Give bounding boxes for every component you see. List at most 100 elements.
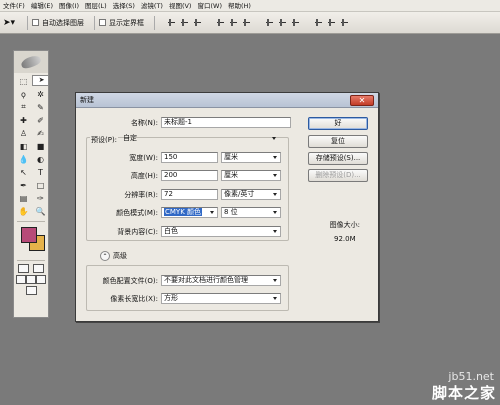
clone-stamp-tool-icon[interactable]: ♙ [15,127,32,139]
distribute-right-icon[interactable] [340,18,349,27]
save-preset-button[interactable]: 存储预设(S)... [308,152,368,165]
name-input[interactable]: 未标题-1 [161,117,291,128]
screen-mode-standard-icon[interactable] [16,275,26,284]
advanced-label: 高级 [113,252,127,260]
dodge-tool-icon[interactable]: ◐ [32,153,49,165]
height-input[interactable]: 200 [161,170,218,181]
shape-tool-icon[interactable]: □ [32,179,49,191]
screen-mode-menubar-icon[interactable] [26,275,36,284]
background-value: 白色 [164,227,178,235]
eyedropper-tool-icon[interactable]: ✑ [32,192,49,204]
width-unit-value: 厘米 [224,153,238,161]
resolution-input[interactable]: 72 [161,189,218,200]
auto-select-label: 自动选择图层 [42,18,84,27]
magic-wand-tool-icon[interactable]: ✲ [32,88,49,100]
menu-file[interactable]: 文件(F) [0,0,28,12]
foreground-color-swatch[interactable] [21,227,37,243]
resolution-unit-value: 像素/英寸 [224,190,255,198]
preset-label: 预设(P): [90,134,119,145]
height-label: 高度(H): [130,171,158,180]
feather-logo-icon[interactable] [14,51,48,73]
brush-tool-icon[interactable]: ✐ [32,114,49,126]
standard-mode-icon[interactable] [18,264,29,273]
crop-tool-icon[interactable]: ⌗ [15,101,32,113]
resolution-unit-select[interactable]: 像素/英寸 [221,189,281,200]
jump-to-imageready-icon[interactable] [25,286,37,295]
checkbox-box[interactable] [32,19,39,26]
name-row: 名称(N): 未标题-1 [84,117,291,128]
notes-tool-icon[interactable]: ▤ [15,192,32,204]
move-tool-preset-icon[interactable]: ➤▾ [3,16,23,30]
height-unit-select[interactable]: 厘米 [221,170,281,181]
path-select-tool-icon[interactable]: ↖ [15,166,32,178]
separator [94,15,95,30]
options-bar: ➤▾ 自动选择图层 显示定界框 [0,12,500,34]
eraser-tool-icon[interactable]: ◧ [15,140,32,152]
advanced-toggle[interactable]: ⌃ 高级 [100,251,127,261]
menu-image[interactable]: 图像(I) [56,0,82,12]
slice-tool-icon[interactable]: ✎ [32,101,49,113]
background-select[interactable]: 白色 [161,226,281,237]
marquee-tool-icon[interactable]: ⬚ [15,75,32,87]
menu-bar: 文件(F) 编辑(E) 图像(I) 图层(L) 选择(S) 滤镜(T) 视图(V… [0,0,500,12]
menu-select[interactable]: 选择(S) [110,0,138,12]
menu-edit[interactable]: 编辑(E) [28,0,56,12]
separator [154,15,155,30]
align-bottom-icon[interactable] [193,18,202,27]
reset-button[interactable]: 复位 [308,135,368,148]
height-row: 高度(H): 200 厘米 [84,170,281,181]
show-bounds-checkbox[interactable]: 显示定界框 [99,18,144,28]
healing-brush-tool-icon[interactable]: ✚ [15,114,32,126]
dialog-title: 新建 [80,96,94,104]
hand-tool-icon[interactable]: ✋ [15,205,32,217]
bit-depth-select[interactable]: 8 位 [221,207,281,218]
quick-mask-mode-icon[interactable] [33,264,44,273]
close-icon[interactable]: ✕ [350,95,374,106]
distribute-hcenter-icon[interactable] [327,18,336,27]
ok-button[interactable]: 好 [308,117,368,130]
background-row: 背景内容(C): 白色 [84,226,281,237]
menu-view[interactable]: 视图(V) [166,0,195,12]
height-unit-value: 厘米 [224,171,238,179]
checkbox-box[interactable] [99,19,106,26]
blur-tool-icon[interactable]: 💧 [15,153,32,165]
color-mode-select[interactable]: CMYK 颜色 [161,207,218,218]
history-brush-tool-icon[interactable]: ✍ [32,127,49,139]
distribute-vcenter-icon[interactable] [278,18,287,27]
align-top-icon[interactable] [167,18,176,27]
bit-depth-value: 8 位 [224,208,238,216]
color-profile-row: 颜色配置文件(O): 不要对此文档进行颜色管理 [84,275,281,286]
name-label: 名称(N): [130,118,158,127]
color-mode-value: CMYK 颜色 [164,208,203,216]
menu-help[interactable]: 帮助(H) [225,0,254,12]
color-profile-select[interactable]: 不要对此文档进行颜色管理 [161,275,281,286]
auto-select-layer-checkbox[interactable]: 自动选择图层 [32,18,84,28]
preset-value: 自定 [123,134,138,142]
collapse-chevron-icon[interactable]: ⌃ [100,251,110,261]
type-tool-icon[interactable]: T [32,166,49,178]
menu-layer[interactable]: 图层(L) [82,0,110,12]
zoom-tool-icon[interactable]: 🔍 [32,205,49,217]
pen-tool-icon[interactable]: ✒ [15,179,32,191]
align-buttons [167,18,349,27]
menu-filter[interactable]: 滤镜(T) [138,0,166,12]
image-size-readout: 图像大小: 92.0M [330,220,360,248]
preset-select[interactable]: 自定 [121,134,277,145]
pixel-aspect-select[interactable]: 方形 [161,293,281,304]
gradient-tool-icon[interactable]: ■ [32,140,49,152]
width-unit-select[interactable]: 厘米 [221,152,281,163]
lasso-tool-icon[interactable]: ϙ [15,88,32,100]
screen-mode-full-icon[interactable] [36,275,46,284]
width-input[interactable]: 150 [161,152,218,163]
distribute-bottom-icon[interactable] [291,18,300,27]
background-label: 背景内容(C): [117,227,158,236]
align-right-icon[interactable] [242,18,251,27]
align-left-icon[interactable] [216,18,225,27]
align-hcenter-icon[interactable] [229,18,238,27]
menu-window[interactable]: 窗口(W) [194,0,225,12]
dialog-titlebar: 新建 [76,93,378,108]
move-tool-icon[interactable]: ➤ [32,75,49,86]
align-vcenter-icon[interactable] [180,18,189,27]
distribute-left-icon[interactable] [314,18,323,27]
distribute-top-icon[interactable] [265,18,274,27]
